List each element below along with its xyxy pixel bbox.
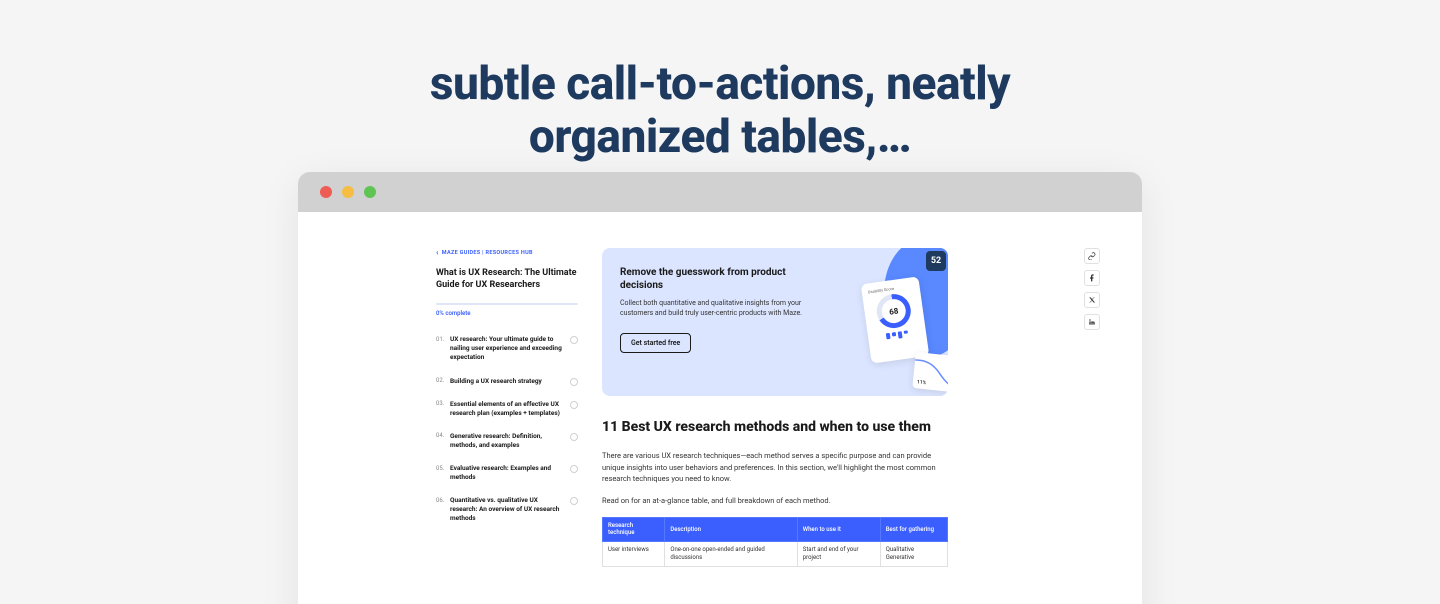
toc-num: 01. (436, 335, 450, 343)
toc-text: UX research: Your ultimate guide to nail… (450, 335, 578, 362)
trend-pct: 11% (917, 379, 927, 386)
headline: subtle call-to-actions, neatly organized… (0, 0, 1440, 164)
toc-text: Evaluative research: Examples and method… (450, 464, 578, 482)
toc-item-2[interactable]: 02.Building a UX research strategy (436, 377, 578, 386)
toc-num: 05. (436, 464, 450, 472)
social-rail (1084, 248, 1100, 330)
table-cell: User interviews (603, 542, 665, 567)
browser-titlebar (298, 172, 1142, 212)
cta-graphic: 52 Usability Score 11% (824, 248, 948, 396)
table-cell: Qualitative Generative (880, 542, 947, 567)
toc-item-5[interactable]: 05.Evaluative research: Examples and met… (436, 464, 578, 482)
progress-text: 0% complete (436, 310, 578, 317)
cta-card: Remove the guesswork from product decisi… (602, 248, 948, 396)
toc-num: 06. (436, 496, 450, 504)
breadcrumb[interactable]: MAZE GUIDES | RESOURCES HUB (436, 248, 578, 257)
toc-status-circle (570, 465, 578, 473)
cta-title: Remove the guesswork from product decisi… (620, 266, 790, 292)
browser-window: MAZE GUIDES | RESOURCES HUB What is UX R… (298, 172, 1142, 604)
table-cell: Start and end of your project (797, 542, 880, 567)
usability-card: Usability Score (861, 276, 930, 363)
toc-item-4[interactable]: 04.Generative research: Definition, meth… (436, 432, 578, 450)
toc-item-1[interactable]: 01.UX research: Your ultimate guide to n… (436, 335, 578, 362)
toc-status-circle (570, 433, 578, 441)
cta-button[interactable]: Get started free (620, 333, 691, 353)
facebook-icon[interactable] (1084, 270, 1100, 286)
toc-text: Quantitative vs. qualitative UX research… (450, 496, 578, 523)
toc-text: Essential elements of an effective UX re… (450, 400, 578, 418)
headline-line1: subtle call-to-actions, neatly (0, 58, 1440, 111)
table-header: Research technique (603, 517, 665, 542)
article-title: 11 Best UX research methods and when to … (602, 418, 948, 436)
toc-num: 03. (436, 400, 450, 408)
progress-bar (436, 303, 578, 305)
close-dot[interactable] (320, 186, 332, 198)
table-header: Description (665, 517, 797, 542)
usability-label: Usability Score (867, 283, 913, 294)
table-header: Best for gathering (880, 517, 947, 542)
toc-item-6[interactable]: 06.Quantitative vs. qualitative UX resea… (436, 496, 578, 523)
table-cell: One-on-one open-ended and guided discuss… (665, 542, 797, 567)
table-header: When to use it (797, 517, 880, 542)
x-twitter-icon[interactable] (1084, 292, 1100, 308)
badge-52: 52 (926, 251, 946, 271)
toc-status-circle (570, 401, 578, 409)
donut-chart (875, 292, 913, 330)
sidebar-title: What is UX Research: The Ultimate Guide … (436, 267, 578, 291)
toc-text: Generative research: Definition, methods… (450, 432, 578, 450)
headline-line2: organized tables,… (0, 111, 1440, 164)
toc-num: 02. (436, 377, 450, 385)
article-p2: Read on for an at-a-glance table, and fu… (602, 495, 948, 507)
methods-table: Research techniqueDescriptionWhen to use… (602, 517, 948, 568)
article-p1: There are various UX research techniques… (602, 450, 948, 485)
browser-content: MAZE GUIDES | RESOURCES HUB What is UX R… (298, 212, 1142, 604)
share-link-icon[interactable] (1084, 248, 1100, 264)
trend-card: 11% (912, 352, 948, 392)
sidebar: MAZE GUIDES | RESOURCES HUB What is UX R… (436, 248, 578, 604)
maximize-dot[interactable] (364, 186, 376, 198)
linkedin-icon[interactable] (1084, 314, 1100, 330)
table-row: User interviewsOne-on-one open-ended and… (603, 542, 948, 567)
toc-status-circle (570, 378, 578, 386)
cta-desc: Collect both quantitative and qualitativ… (620, 298, 830, 318)
main-content: Remove the guesswork from product decisi… (602, 248, 948, 604)
toc-text: Building a UX research strategy (450, 377, 578, 386)
mini-bars (874, 329, 921, 342)
toc-item-3[interactable]: 03.Essential elements of an effective UX… (436, 400, 578, 418)
toc-num: 04. (436, 432, 450, 440)
minimize-dot[interactable] (342, 186, 354, 198)
